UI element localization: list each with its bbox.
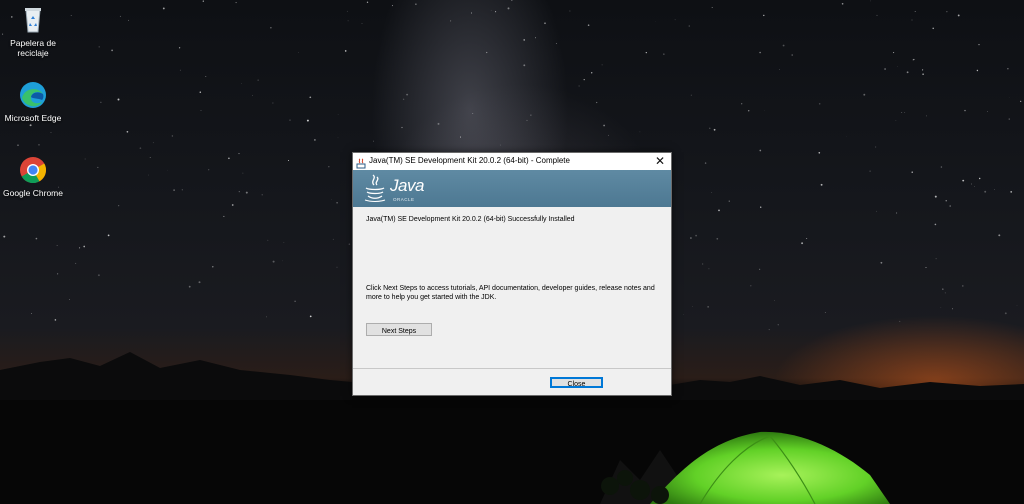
footer-divider bbox=[353, 368, 671, 369]
dialog-title: Java(TM) SE Development Kit 20.0.2 (64-b… bbox=[369, 156, 570, 165]
java-wordmark: Java bbox=[390, 176, 424, 195]
desktop-icon-recycle-bin[interactable]: Papelera de reciclaje bbox=[0, 5, 66, 58]
close-icon[interactable]: ✕ bbox=[652, 153, 668, 170]
desktop-icon-edge[interactable]: Microsoft Edge bbox=[0, 80, 66, 123]
oracle-wordmark: ORACLE bbox=[393, 197, 415, 202]
next-steps-button[interactable]: Next Steps bbox=[366, 323, 432, 336]
java-app-icon bbox=[356, 156, 367, 169]
installer-dialog: Java(TM) SE Development Kit 20.0.2 (64-b… bbox=[352, 152, 672, 396]
java-banner: Java ORACLE bbox=[353, 170, 671, 207]
info-message: Click Next Steps to access tutorials, AP… bbox=[366, 285, 655, 301]
desktop-icon-label: Papelera de reciclaje bbox=[10, 38, 56, 58]
java-cup-logo bbox=[363, 173, 387, 208]
edge-icon bbox=[18, 80, 48, 110]
desktop-icon-label: Google Chrome bbox=[2, 188, 63, 198]
desktop-icon-chrome[interactable]: Google Chrome bbox=[0, 155, 66, 198]
chrome-icon bbox=[18, 155, 48, 185]
success-message: Java(TM) SE Development Kit 20.0.2 (64-b… bbox=[366, 216, 575, 223]
dialog-titlebar[interactable]: Java(TM) SE Development Kit 20.0.2 (64-b… bbox=[353, 153, 671, 170]
close-button[interactable]: Close bbox=[550, 377, 603, 388]
recycle-bin-icon bbox=[18, 5, 48, 35]
desktop-icon-label: Microsoft Edge bbox=[4, 113, 62, 123]
